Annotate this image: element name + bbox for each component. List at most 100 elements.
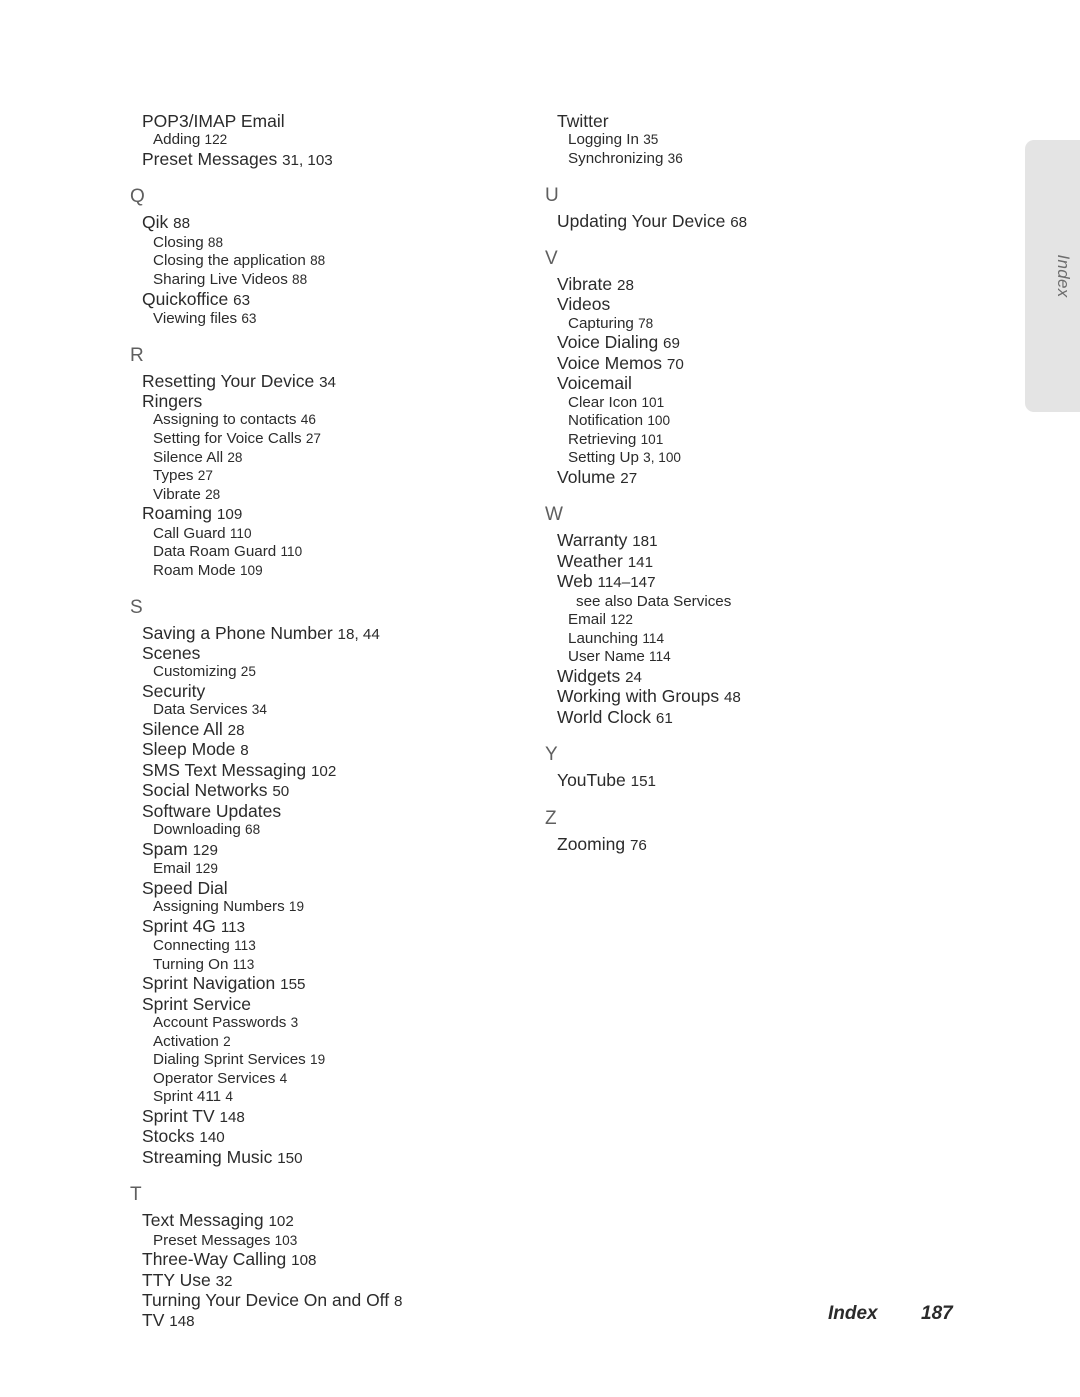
index-entry-label: Notification (568, 412, 644, 430)
index-entry-pages: 113 (232, 956, 255, 972)
index-entry-label: Speed Dial (142, 877, 228, 898)
index-entry-pages: 114 (642, 630, 665, 646)
index-entry: Resetting Your Device 34 (142, 370, 531, 392)
index-subentry: Setting Up 3, 100 (568, 449, 946, 468)
page-footer: Index 187 (0, 1303, 1080, 1343)
index-entry-label: Videos (557, 294, 611, 315)
index-entry-label: Sprint TV (142, 1105, 215, 1126)
index-entry-label: Spam (142, 838, 188, 859)
index-entry-label: Dialing Sprint Services (153, 1051, 306, 1069)
index-subentry: Call Guard 110 (153, 525, 531, 544)
index-entry: Sleep Mode 8 (142, 740, 531, 760)
index-subentry: Closing 88 (153, 234, 531, 253)
index-entry-label: Customizing (153, 663, 237, 681)
index-entry-label: Assigning to contacts (153, 411, 297, 429)
index-entry-label: Data Roam Guard (153, 543, 277, 561)
index-entry-label: Vibrate (557, 274, 613, 294)
index-entry-pages: 63 (233, 291, 251, 309)
index-entry-pages: 155 (280, 976, 306, 994)
index-entry-label: Voice Memos (557, 352, 663, 373)
index-entry: Widgets 24 (557, 666, 946, 687)
index-entry: POP3/IMAP Email (142, 111, 531, 131)
index-entry-pages: 101 (641, 394, 665, 410)
index-entry: Spam 129 (142, 838, 531, 860)
index-subentry: Dialing Sprint Services 19 (153, 1051, 531, 1070)
index-entry-pages: 32 (215, 1272, 233, 1290)
index-entry: Text Messaging 102 (142, 1210, 531, 1231)
index-subentry: Sprint 411 4 (153, 1088, 531, 1107)
index-subentry: Operator Services 4 (153, 1070, 531, 1089)
index-entry-label: Warranty (557, 530, 628, 551)
side-tab-index: Index (1025, 140, 1080, 412)
index-entry-pages: 113 (220, 918, 246, 936)
index-entry: Warranty 181 (557, 531, 946, 551)
index-entry-pages: 141 (627, 553, 654, 571)
index-entry-label: Closing (153, 233, 204, 251)
index-entry-label: YouTube (557, 770, 626, 791)
index-entry-pages: 110 (229, 525, 252, 541)
index-entry-label: Zooming (557, 833, 626, 854)
index-entry-pages: 109 (216, 506, 243, 524)
index-entry: Voice Dialing 69 (557, 333, 946, 353)
index-entry-pages: 100 (647, 413, 671, 429)
index-entry: Zooming 76 (557, 833, 946, 855)
index-entry-label: Quickoffice (142, 288, 229, 309)
index-entry: Vibrate 28 (557, 274, 946, 295)
index-entry-label: Working with Groups (557, 686, 720, 707)
index-entry-label: Closing the application (153, 252, 306, 270)
index-letter-heading: Q (130, 186, 145, 208)
index-subentry: Connecting 113 (153, 937, 531, 956)
index-subentry: Viewing files 63 (153, 310, 531, 329)
index-entry-pages: 19 (310, 1052, 326, 1068)
index-letter-heading: T (130, 1184, 142, 1206)
index-entry-pages: 19 (288, 899, 305, 914)
index-entry-label: Sprint 411 (153, 1088, 222, 1106)
index-entry-pages: 46 (300, 412, 316, 428)
index-entry-label: Types (153, 467, 194, 485)
index-entry-pages: 150 (277, 1149, 303, 1167)
index-letter-heading: R (130, 344, 144, 366)
index-entry: Scenes (142, 642, 531, 663)
index-entry-label: Email (153, 860, 191, 877)
index-entry: World Clock 61 (557, 707, 946, 728)
index-subentry: Vibrate 28 (153, 486, 531, 505)
index-subentry: Data Roam Guard 110 (153, 543, 531, 562)
index-entry-label: Synchronizing (568, 150, 664, 167)
index-entry-pages: 129 (195, 861, 218, 876)
index-entry-pages: 181 (632, 533, 658, 551)
index-subentry: Data Services 34 (153, 701, 531, 720)
index-entry-label: Volume (557, 467, 616, 487)
index-entry-pages: 3 (290, 1015, 299, 1030)
index-entry-pages: 140 (199, 1129, 225, 1147)
index-entry-pages: 4 (279, 1070, 288, 1086)
index-entry: YouTube 151 (557, 771, 946, 791)
index-entry-label: Scenes (142, 642, 201, 663)
index-entry: Sprint Navigation 155 (142, 973, 531, 994)
index-entry-pages: 28 (205, 486, 221, 502)
index-entry-label: Retrieving (568, 430, 637, 448)
index-subentry: Launching 114 (568, 630, 946, 649)
index-entry-label: Saving a Phone Number (142, 622, 333, 643)
index-subentry: Retrieving 101 (568, 431, 946, 450)
index-entry-pages: 4 (225, 1089, 233, 1105)
index-entry-label: TTY Use (142, 1269, 211, 1290)
index-subentry: Notification 100 (568, 412, 946, 431)
index-entry: TTY Use 32 (142, 1269, 531, 1291)
index-column-right: Twitter Logging In 35 Synchronizing 36 U Upd… (545, 111, 946, 855)
index-entry: Videos (557, 295, 946, 314)
index-entry-pages: 122 (610, 612, 633, 628)
index-entry-pages: 78 (638, 315, 654, 331)
index-entry-label: Ringers (142, 391, 203, 411)
index-entry-label: Widgets (557, 666, 621, 686)
index-entry-pages: 27 (197, 468, 213, 484)
index-subentry: Customizing 25 (153, 663, 531, 682)
index-entry-label: Sprint Navigation (142, 973, 276, 994)
index-entry-label: Qik (142, 212, 169, 233)
index-entry-label: Roaming (142, 503, 213, 524)
index-entry-label: Updating Your Device (557, 210, 726, 231)
index-entry-pages: 76 (629, 836, 647, 854)
index-subentry: Turning On 113 (153, 956, 531, 975)
index-entry-pages: 35 (643, 132, 659, 148)
index-subentry: Assigning Numbers 19 (153, 898, 531, 917)
index-entry-label: Resetting Your Device (142, 370, 315, 391)
